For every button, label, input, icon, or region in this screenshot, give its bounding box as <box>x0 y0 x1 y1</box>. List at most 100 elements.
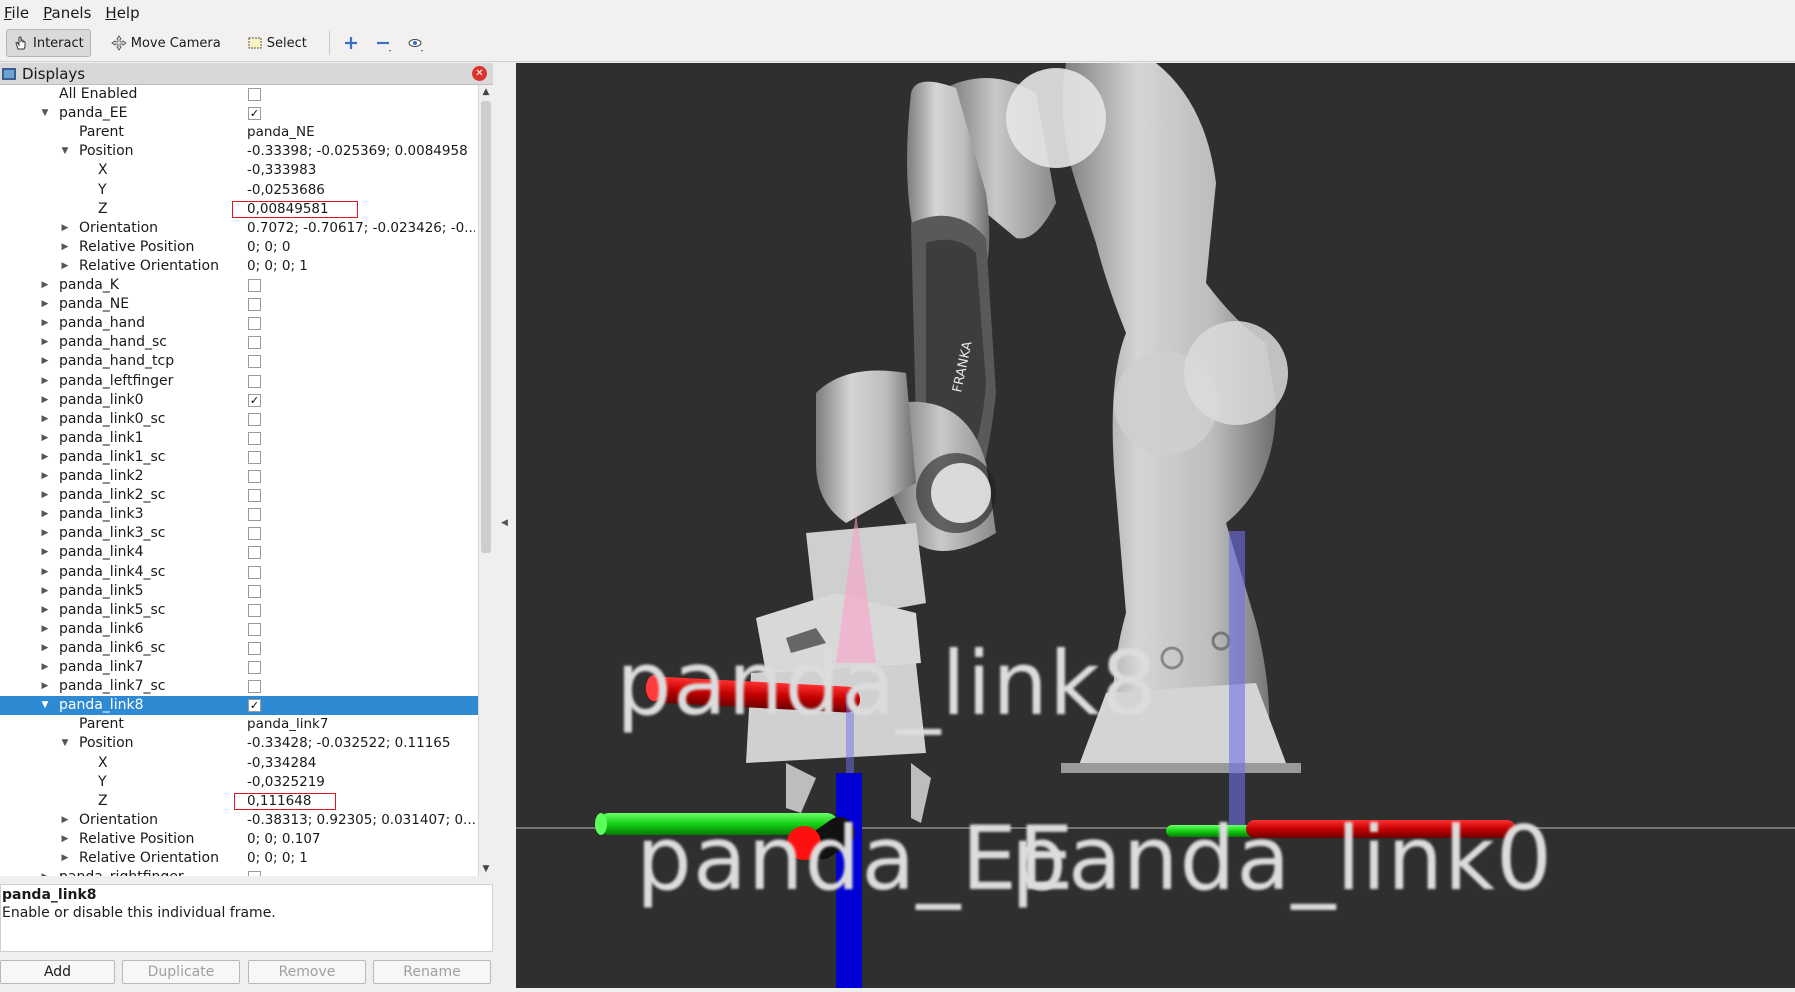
expand-right-arrow-icon[interactable]: ▶ <box>39 410 51 429</box>
enable-checkbox[interactable] <box>248 508 261 522</box>
enable-checkbox[interactable] <box>248 527 261 541</box>
tree-row[interactable]: Parent panda_NE <box>0 123 478 142</box>
tree-row[interactable]: ▼ panda_link8 ✓ <box>0 696 478 716</box>
expand-down-arrow-icon[interactable]: ▼ <box>39 696 51 715</box>
tree-row[interactable]: ▶ panda_link1_sc <box>0 448 478 467</box>
enable-checkbox[interactable] <box>248 431 261 445</box>
tree-row[interactable]: ▶ Relative Position 0; 0; 0 <box>0 238 478 257</box>
enable-checkbox[interactable] <box>248 298 261 312</box>
tree-row-value[interactable]: 0.7072; -0.70617; -0.023426; -0.... <box>247 219 475 238</box>
move-camera-tool-button[interactable]: Move Camera <box>105 29 227 57</box>
remove-button[interactable]: Remove <box>248 960 366 984</box>
expand-right-arrow-icon[interactable]: ▶ <box>39 486 51 505</box>
tree-row[interactable]: X -0,334284 <box>0 754 478 773</box>
tree-scrollbar[interactable]: ▲ ▼ <box>478 85 493 876</box>
select-tool-button[interactable]: Select <box>241 29 313 57</box>
expand-right-arrow-icon[interactable]: ▶ <box>59 219 71 238</box>
tree-row[interactable]: Z 0,00849581 <box>0 200 478 219</box>
tree-row[interactable]: ▶ panda_rightfinger <box>0 868 478 876</box>
expand-right-arrow-icon[interactable]: ▶ <box>59 830 71 849</box>
menu-file[interactable]: File <box>4 4 29 22</box>
tree-row-value[interactable]: -0,0253686 <box>247 181 475 200</box>
expand-right-arrow-icon[interactable]: ▶ <box>39 868 51 876</box>
tree-row[interactable]: ▶ panda_link7 <box>0 658 478 677</box>
expand-right-arrow-icon[interactable]: ▶ <box>59 811 71 830</box>
enable-checkbox[interactable] <box>248 374 261 388</box>
expand-right-arrow-icon[interactable]: ▶ <box>39 352 51 371</box>
tree-row[interactable]: ▼ Position -0.33428; -0.032522; 0.11165 <box>0 734 478 753</box>
tree-row[interactable]: Z 0,111648 <box>0 792 478 811</box>
enable-checkbox[interactable] <box>248 584 261 598</box>
tree-row[interactable]: ▶ panda_hand_sc <box>0 333 478 352</box>
enable-checkbox[interactable] <box>248 680 261 694</box>
expand-right-arrow-icon[interactable]: ▶ <box>59 257 71 276</box>
tree-row[interactable]: ▶ panda_link2_sc <box>0 486 478 505</box>
expand-right-arrow-icon[interactable]: ▶ <box>39 543 51 562</box>
tree-row-value[interactable]: panda_link7 <box>247 715 475 734</box>
enable-checkbox[interactable] <box>248 317 261 331</box>
expand-right-arrow-icon[interactable]: ▶ <box>39 524 51 543</box>
tree-row[interactable]: Y -0,0253686 <box>0 181 478 200</box>
menu-help[interactable]: Help <box>105 4 139 22</box>
expand-right-arrow-icon[interactable]: ▶ <box>39 372 51 391</box>
enable-checkbox[interactable] <box>248 565 261 579</box>
enable-checkbox[interactable]: ✓ <box>248 699 261 713</box>
tree-row-value[interactable]: 0; 0; 0.107 <box>247 830 475 849</box>
panel-splitter[interactable]: ◀ <box>493 63 516 992</box>
enable-checkbox[interactable]: ✓ <box>248 393 261 407</box>
enable-checkbox[interactable] <box>248 450 261 464</box>
enable-checkbox[interactable]: ✓ <box>248 107 261 121</box>
expand-right-arrow-icon[interactable]: ▶ <box>39 582 51 601</box>
tree-row[interactable]: ▶ panda_leftfinger <box>0 372 478 391</box>
enable-checkbox[interactable] <box>248 489 261 503</box>
enable-checkbox[interactable] <box>248 412 261 426</box>
tree-row[interactable]: ▶ Relative Position 0; 0; 0.107 <box>0 830 478 849</box>
expand-right-arrow-icon[interactable]: ▶ <box>39 448 51 467</box>
expand-right-arrow-icon[interactable]: ▶ <box>39 658 51 677</box>
tree-row-value[interactable]: -0,0325219 <box>247 773 475 792</box>
expand-right-arrow-icon[interactable]: ▶ <box>59 849 71 868</box>
enable-checkbox[interactable] <box>248 661 261 674</box>
tree-row[interactable]: ▶ Relative Orientation 0; 0; 0; 1 <box>0 849 478 868</box>
tree-row[interactable]: ▶ panda_link1 <box>0 429 478 448</box>
tree-row-value[interactable]: -0.33398; -0.025369; 0.0084958 <box>247 142 475 161</box>
tree-row[interactable]: ▶ panda_K <box>0 276 478 295</box>
tree-row-value[interactable]: 0; 0; 0 <box>247 238 475 257</box>
tree-row[interactable]: ▶ panda_link2 <box>0 467 478 486</box>
tree-row[interactable]: All Enabled <box>0 85 478 104</box>
add-button[interactable]: Add <box>0 960 115 984</box>
enable-checkbox[interactable] <box>248 603 261 617</box>
expand-down-arrow-icon[interactable]: ▼ <box>59 734 71 753</box>
tree-row[interactable]: ▶ panda_link7_sc <box>0 677 478 696</box>
expand-right-arrow-icon[interactable]: ▶ <box>39 467 51 486</box>
tree-row[interactable]: Y -0,0325219 <box>0 773 478 792</box>
expand-down-arrow-icon[interactable]: ▼ <box>59 142 71 161</box>
add-tool-button[interactable] <box>340 32 362 54</box>
expand-right-arrow-icon[interactable]: ▶ <box>39 601 51 620</box>
view-tool-button[interactable] <box>404 32 426 54</box>
enable-checkbox[interactable] <box>248 279 261 292</box>
expand-right-arrow-icon[interactable]: ▶ <box>39 295 51 314</box>
tree-row[interactable]: ▶ panda_link4_sc <box>0 563 478 582</box>
tree-row[interactable]: ▶ panda_NE <box>0 295 478 314</box>
scrollbar-thumb[interactable] <box>481 101 491 553</box>
tree-row[interactable]: ▼ Position -0.33398; -0.025369; 0.0084958 <box>0 142 478 161</box>
tree-row[interactable]: ▶ panda_hand <box>0 314 478 333</box>
tree-row[interactable]: ▶ panda_link5_sc <box>0 601 478 620</box>
expand-right-arrow-icon[interactable]: ▶ <box>39 429 51 448</box>
enable-checkbox[interactable] <box>248 336 261 350</box>
rename-button[interactable]: Rename <box>373 960 491 984</box>
enable-checkbox[interactable] <box>248 622 261 636</box>
enable-checkbox[interactable] <box>248 470 261 483</box>
remove-tool-button[interactable] <box>372 32 394 54</box>
render-view-3d[interactable]: FRANKA panda_link8 panda_EE panda_link0 <box>516 63 1795 988</box>
tree-row-value[interactable]: -0,334284 <box>247 754 475 773</box>
expand-down-arrow-icon[interactable]: ▼ <box>39 104 51 123</box>
tree-row[interactable]: ▶ Orientation 0.7072; -0.70617; -0.023426;… <box>0 219 478 238</box>
tree-row-value[interactable]: 0; 0; 0; 1 <box>247 257 475 276</box>
tree-row[interactable]: ▶ Relative Orientation 0; 0; 0; 1 <box>0 257 478 276</box>
expand-right-arrow-icon[interactable]: ▶ <box>39 333 51 352</box>
tree-row-value[interactable]: -0.38313; 0.92305; 0.031407; 0.... <box>247 811 475 830</box>
expand-right-arrow-icon[interactable]: ▶ <box>39 620 51 639</box>
tree-row[interactable]: ▶ panda_link5 <box>0 582 478 601</box>
